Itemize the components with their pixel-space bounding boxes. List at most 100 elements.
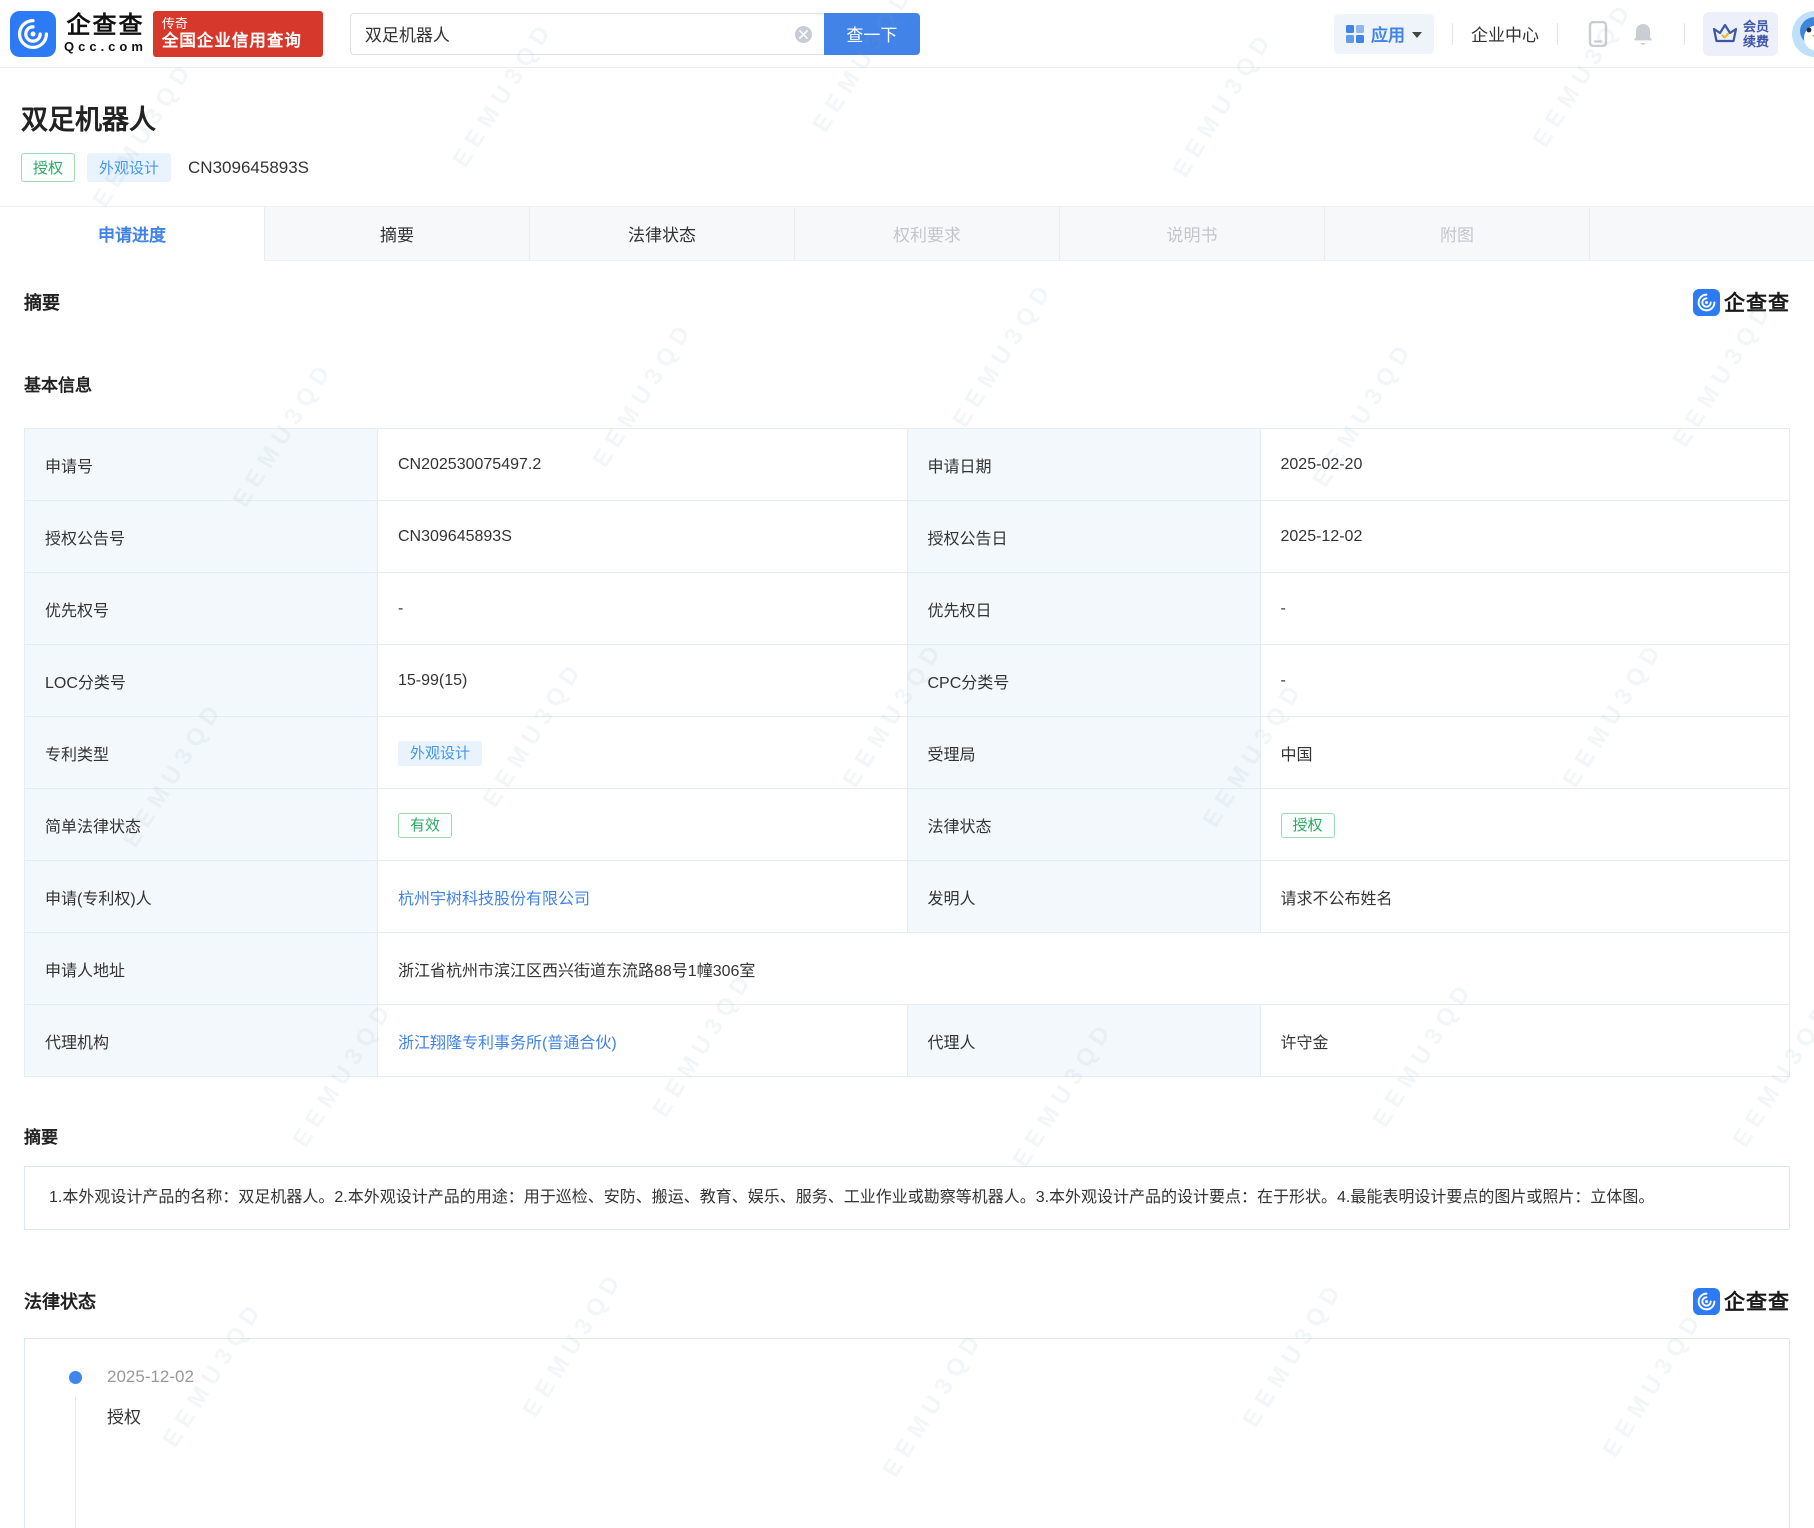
summary-section-title: 摘要 bbox=[24, 293, 60, 313]
search-input[interactable] bbox=[349, 12, 824, 55]
header-nav: 应用 企业中心 会员 续费 bbox=[1333, 10, 1814, 57]
legal-status-title: 法律状态 bbox=[24, 1292, 96, 1312]
field-value: 外观设计 bbox=[377, 716, 908, 789]
field-value: 浙江翔隆专利事务所(普通合伙) bbox=[377, 1004, 908, 1077]
timeline-connector bbox=[75, 1397, 76, 1528]
field-value: 2025-02-20 bbox=[1259, 428, 1790, 501]
field-label: 发明人 bbox=[906, 860, 1261, 933]
field-label: CPC分类号 bbox=[906, 644, 1261, 717]
patent-detail-page: EEMU3QD EEMU3QD EEMU3QD EEMU3QD EEMU3QD … bbox=[0, 0, 1814, 1528]
field-label: 申请(专利权)人 bbox=[24, 860, 378, 933]
field-label: 申请号 bbox=[24, 428, 378, 501]
promo-badge: 传奇 全国企业信用查询 bbox=[152, 10, 323, 57]
field-label: 代理机构 bbox=[24, 1004, 378, 1077]
table-row: 专利类型 外观设计 受理局 中国 bbox=[24, 716, 1790, 789]
applicant-link[interactable]: 杭州宇树科技股份有限公司 bbox=[398, 891, 590, 908]
qcc-logo-icon bbox=[10, 10, 56, 57]
timeline-dot bbox=[69, 1371, 82, 1384]
main-content: 摘要 企查查 基本信息 申请号 CN202530075497.2 申请日期 20… bbox=[0, 287, 1814, 1528]
field-value: 浙江省杭州市滨江区西兴街道东流路88号1幢306室 bbox=[377, 932, 1790, 1005]
qcc-watermark-icon bbox=[1693, 288, 1720, 316]
user-avatar[interactable] bbox=[1792, 10, 1814, 57]
field-value: 2025-12-02 bbox=[1259, 500, 1790, 573]
legal-status-timeline: 2025-12-02 授权 bbox=[24, 1338, 1790, 1528]
table-row: 申请人地址 浙江省杭州市滨江区西兴街道东流路88号1幢306室 bbox=[24, 932, 1790, 1005]
table-row: 简单法律状态 有效 法律状态 授权 bbox=[24, 788, 1790, 861]
search-bar: 查一下 bbox=[349, 12, 920, 55]
qcc-watermark-text: 企查查 bbox=[1724, 1291, 1790, 1314]
field-label: 法律状态 bbox=[906, 788, 1261, 861]
field-label: 简单法律状态 bbox=[24, 788, 378, 861]
field-label: 专利类型 bbox=[24, 716, 378, 789]
basic-info-table: 申请号 CN202530075497.2 申请日期 2025-02-20 授权公… bbox=[24, 428, 1790, 1077]
table-row: 代理机构 浙江翔隆专利事务所(普通合伙) 代理人 许守金 bbox=[24, 1004, 1790, 1077]
qcc-logo[interactable]: 企查查 Qcc.com bbox=[10, 10, 147, 57]
brand-name: 企查查 bbox=[66, 12, 145, 39]
field-value: - bbox=[377, 572, 908, 645]
enterprise-center-link[interactable]: 企业中心 bbox=[1471, 21, 1539, 46]
qcc-brand-watermark: 企查查 bbox=[1693, 1286, 1790, 1316]
tab-abstract[interactable]: 摘要 bbox=[265, 207, 530, 260]
qcc-watermark-text: 企查查 bbox=[1724, 292, 1790, 315]
qcc-watermark-icon bbox=[1693, 1287, 1720, 1315]
member-renew-button[interactable]: 会员 续费 bbox=[1702, 11, 1778, 56]
field-value: 15-99(15) bbox=[377, 644, 908, 717]
field-value: CN202530075497.2 bbox=[377, 428, 908, 501]
promo-line1: 传奇 bbox=[161, 16, 188, 31]
table-row: 优先权号 - 优先权日 - bbox=[24, 572, 1790, 645]
top-header: 企查查 Qcc.com 传奇 全国企业信用查询 查一下 bbox=[0, 0, 1814, 68]
field-label: LOC分类号 bbox=[24, 644, 378, 717]
field-value: - bbox=[1259, 572, 1790, 645]
tab-application-progress[interactable]: 申请进度 bbox=[0, 207, 265, 261]
publication-number: CN309645893S bbox=[188, 157, 310, 177]
tab-description: 说明书 bbox=[1060, 207, 1325, 260]
divider bbox=[1556, 22, 1558, 45]
notifications-bell-icon[interactable] bbox=[1631, 21, 1655, 47]
table-row: 申请号 CN202530075497.2 申请日期 2025-02-20 bbox=[24, 428, 1790, 501]
mobile-app-icon[interactable] bbox=[1587, 20, 1609, 47]
field-label: 授权公告日 bbox=[906, 500, 1261, 573]
tab-legal-status[interactable]: 法律状态 bbox=[530, 207, 795, 260]
field-label: 受理局 bbox=[906, 716, 1261, 789]
field-label: 授权公告号 bbox=[24, 500, 378, 573]
member-label-line2: 续费 bbox=[1742, 33, 1769, 49]
status-badge: 授权 bbox=[21, 153, 76, 182]
agency-link[interactable]: 浙江翔隆专利事务所(普通合伙) bbox=[398, 1035, 617, 1052]
table-row: 申请(专利权)人 杭州宇树科技股份有限公司 发明人 请求不公布姓名 bbox=[24, 860, 1790, 933]
granted-status-badge: 授权 bbox=[1280, 813, 1335, 838]
promo-line2: 全国企业信用查询 bbox=[161, 32, 302, 50]
clear-search-icon[interactable] bbox=[794, 25, 812, 43]
field-label: 优先权号 bbox=[24, 572, 378, 645]
brand-domain: Qcc.com bbox=[64, 39, 147, 54]
abstract-text: 1.本外观设计产品的名称：双足机器人。2.本外观设计产品的用途：用于巡检、安防、… bbox=[24, 1166, 1790, 1230]
tab-drawings: 附图 bbox=[1325, 207, 1590, 260]
field-value: 中国 bbox=[1259, 716, 1790, 789]
field-label: 申请人地址 bbox=[24, 932, 378, 1005]
crown-icon bbox=[1712, 23, 1738, 42]
page-title: 双足机器人 bbox=[21, 105, 156, 135]
chevron-down-icon bbox=[1411, 31, 1422, 38]
timeline-status: 授权 bbox=[107, 1408, 141, 1427]
tab-claims: 权利要求 bbox=[795, 207, 1060, 260]
apps-menu-button[interactable]: 应用 bbox=[1333, 13, 1434, 54]
apps-label: 应用 bbox=[1370, 26, 1405, 45]
qcc-brand-watermark: 企查查 bbox=[1693, 287, 1790, 317]
valid-status-badge: 有效 bbox=[398, 813, 453, 838]
field-value: 杭州宇树科技股份有限公司 bbox=[377, 860, 908, 933]
qcc-logo-text: 企查查 Qcc.com bbox=[64, 12, 147, 55]
abstract-title: 摘要 bbox=[24, 1128, 58, 1147]
patent-tabbar: 申请进度 摘要 法律状态 权利要求 说明书 附图 bbox=[0, 206, 1814, 261]
field-label: 代理人 bbox=[906, 1004, 1261, 1077]
basic-info-title: 基本信息 bbox=[24, 376, 92, 395]
field-value: CN309645893S bbox=[377, 500, 908, 573]
field-value: 授权 bbox=[1259, 788, 1790, 861]
patent-tags: 授权 外观设计 CN309645893S bbox=[21, 153, 1790, 182]
field-value: 有效 bbox=[377, 788, 908, 861]
field-value: 许守金 bbox=[1259, 1004, 1790, 1077]
table-row: 授权公告号 CN309645893S 授权公告日 2025-12-02 bbox=[24, 500, 1790, 573]
member-label-line1: 会员 bbox=[1742, 18, 1769, 34]
table-row: LOC分类号 15-99(15) CPC分类号 - bbox=[24, 644, 1790, 717]
field-value: 请求不公布姓名 bbox=[1259, 860, 1790, 933]
search-button[interactable]: 查一下 bbox=[823, 12, 920, 55]
timeline-date: 2025-12-02 bbox=[107, 1367, 194, 1386]
